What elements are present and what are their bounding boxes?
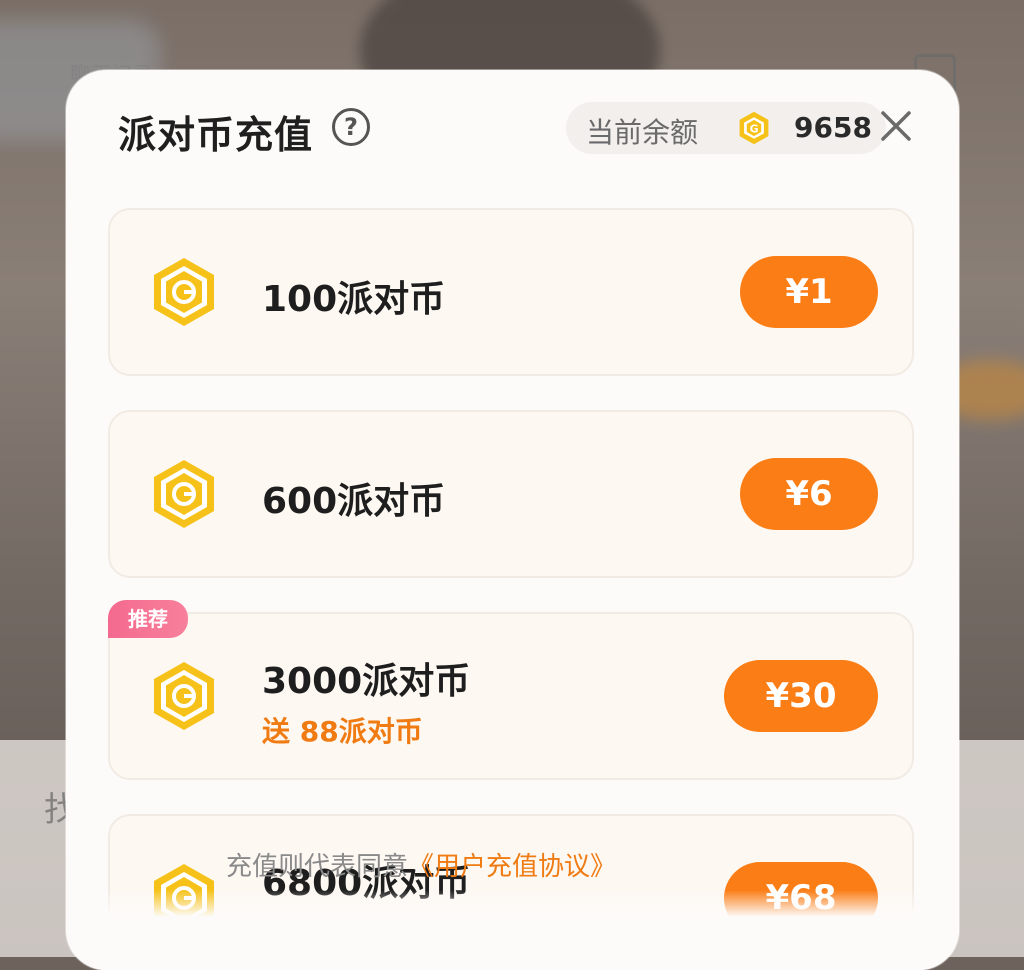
agreement-link[interactable]: 《用户充值协议》 [408,852,616,882]
balance-value: 9658 [794,111,872,144]
package-card[interactable]: 600派对币 ¥6 [108,410,914,578]
coin-icon [150,660,218,736]
recommend-tag: 推荐 [108,600,188,638]
svg-text:G: G [750,123,759,136]
buy-button[interactable]: ¥6 [740,458,878,530]
balance-label: 当前余额 [586,116,699,149]
coin-icon [150,458,218,534]
recharge-dialog: 派对币充值 ? 当前余额 G 9658 100派对币 ¥1 600派对币 ¥6 … [66,70,959,970]
coin-icon [150,256,218,332]
question-circle-icon[interactable]: ? [332,108,370,146]
buy-button[interactable]: ¥30 [724,660,878,732]
bonus-text: 送 88派对币 [262,715,423,748]
buy-button[interactable]: ¥1 [740,256,878,328]
agreement-prefix: 充值则代表同意 [226,852,409,882]
agreement-text: 充值则代表同意《用户充值协议》 [226,846,616,883]
dialog-footer [66,890,959,970]
package-amount: 100派对币 [262,279,446,320]
package-amount: 600派对币 [262,481,446,522]
package-card[interactable]: 100派对币 ¥1 [108,208,914,376]
dialog-title: 派对币充值 [118,113,314,157]
dialog-header: 派对币充值 ? 当前余额 G 9658 [66,70,959,190]
close-icon[interactable] [878,108,914,144]
package-card[interactable]: 推荐 3000派对币 送 88派对币 ¥30 [108,600,914,780]
coin-icon: G [736,110,772,150]
package-amount: 3000派对币 [262,661,471,702]
